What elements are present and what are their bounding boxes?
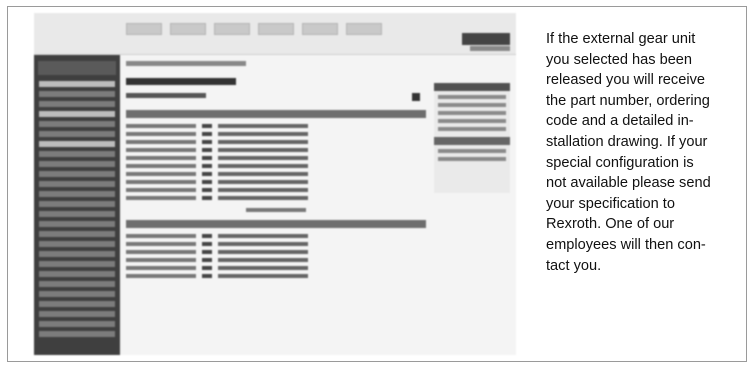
sidebar-item: [39, 321, 115, 327]
table-row: [126, 242, 426, 246]
screenshot-side-panel: [434, 83, 510, 193]
screenshot-tab: [258, 23, 294, 35]
sidebar-item: [39, 271, 115, 277]
sidebar-item: [39, 281, 115, 287]
table-row: [126, 148, 426, 152]
sidebar-item: [39, 101, 115, 107]
sidebar-item: [39, 301, 115, 307]
section-header: [126, 110, 426, 118]
table-row: [126, 140, 426, 144]
embedded-screenshot: [34, 13, 516, 355]
breadcrumb: [126, 61, 246, 66]
sidebar-item: [39, 171, 115, 177]
close-icon: [412, 93, 420, 101]
sidebar-item: [39, 291, 115, 297]
section-header: [126, 220, 426, 228]
caption-line: released you will receive: [546, 72, 705, 89]
sidebar-item: [39, 331, 115, 337]
sidebar-item: [39, 81, 115, 87]
bosch-group-logo: [470, 46, 510, 51]
sidebar-item: [39, 231, 115, 237]
caption-line: stallation drawing. If your: [546, 133, 708, 150]
screenshot-main: [126, 61, 426, 355]
table-row: [126, 180, 426, 184]
screenshot-tab: [346, 23, 382, 35]
caption-line: you selected has been: [546, 51, 693, 68]
caption-line: If the external gear unit: [546, 31, 696, 47]
caption-line: tact you.: [546, 257, 602, 274]
sidebar-item: [39, 311, 115, 317]
caption-line: the part number, ordering: [546, 92, 710, 109]
sidebar-item: [39, 161, 115, 167]
panel-header: [434, 83, 510, 91]
sidebar-item: [39, 241, 115, 247]
caption-line: code and a detailed in-: [546, 113, 694, 130]
table-row: [126, 196, 426, 200]
table-row: [126, 188, 426, 192]
caption-line: not available please send: [546, 175, 711, 192]
screenshot-header: [34, 13, 516, 55]
sidebar-item: [39, 131, 115, 137]
screenshot-sidebar: [34, 55, 120, 355]
page-subtitle: [126, 93, 206, 98]
sidebar-item: [39, 261, 115, 267]
table-row: [126, 258, 426, 262]
screenshot-tab: [170, 23, 206, 35]
caption-line: employees will then con-: [546, 236, 706, 253]
sidebar-item: [39, 191, 115, 197]
sidebar-item: [39, 181, 115, 187]
table-row: [126, 156, 426, 160]
caption-text: If the external gear unit you selected h…: [546, 29, 741, 276]
page-title: [126, 78, 236, 85]
table-row: [126, 172, 426, 176]
table-row: [126, 124, 426, 128]
sidebar-item: [39, 111, 115, 117]
table-row: [126, 132, 426, 136]
screenshot-tab: [214, 23, 250, 35]
sidebar-item: [39, 141, 115, 147]
sidebar-item: [39, 251, 115, 257]
sidebar-item: [39, 221, 115, 227]
panel-header: [434, 137, 510, 145]
figure-frame: If the external gear unit you selected h…: [7, 6, 747, 362]
sidebar-heading: [38, 61, 116, 75]
sidebar-item: [39, 121, 115, 127]
sidebar-item: [39, 201, 115, 207]
table-row: [126, 266, 426, 270]
screenshot-tab: [302, 23, 338, 35]
sidebar-item: [39, 91, 115, 97]
table-row: [126, 250, 426, 254]
sidebar-item: [39, 151, 115, 157]
table-row: [126, 234, 426, 238]
caption-line: special configuration is: [546, 154, 694, 171]
screenshot-tabs: [126, 23, 382, 35]
more-link: [246, 208, 306, 212]
table-row: [126, 164, 426, 168]
screenshot-tab: [126, 23, 162, 35]
rexroth-logo: [462, 33, 510, 45]
sidebar-item: [39, 211, 115, 217]
table-row: [126, 274, 426, 278]
caption-line: your specification to: [546, 195, 675, 212]
caption-line: Rexroth. One of our: [546, 216, 675, 233]
